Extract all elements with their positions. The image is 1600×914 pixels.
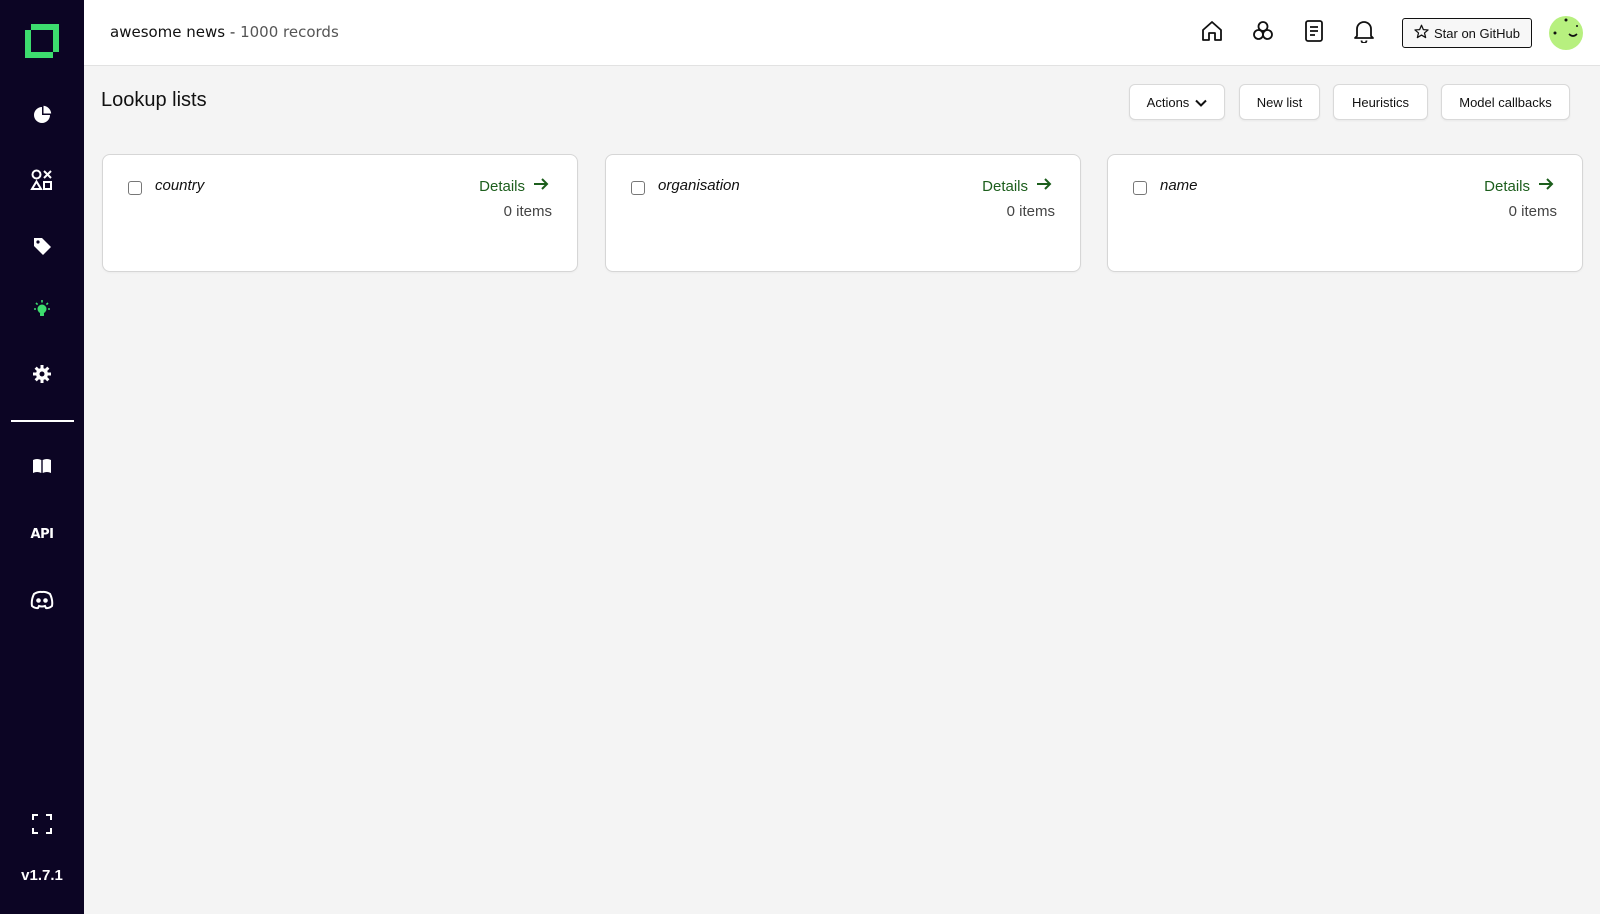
item-count: 0 items (1508, 203, 1557, 220)
notifications-button[interactable] (1351, 20, 1377, 46)
actions-dropdown[interactable]: Actions (1129, 84, 1225, 120)
heuristics-label: Heuristics (1351, 94, 1410, 110)
document-button[interactable] (1301, 20, 1327, 46)
model-callbacks-button[interactable]: Model callbacks (1441, 84, 1570, 120)
sidebar: API v1.7.1 (0, 0, 84, 914)
details-link[interactable]: Details (479, 177, 549, 195)
list-name: country (155, 177, 205, 194)
sidebar-item-heuristics[interactable] (26, 296, 58, 328)
list-name: name (1160, 177, 1198, 194)
top-header: awesome news - 1000 records Star on GitH… (84, 0, 1600, 66)
details-link[interactable]: Details (982, 177, 1052, 195)
sidebar-item-labeling[interactable] (26, 232, 58, 264)
lookup-list-card: name Details 0 items (1107, 154, 1583, 272)
discord-icon (30, 590, 54, 614)
new-list-label: New list (1256, 94, 1303, 110)
shapes-icon (30, 168, 54, 196)
heuristics-button[interactable]: Heuristics (1333, 84, 1428, 120)
lightbulb-icon (31, 299, 53, 325)
project-name: awesome news (110, 23, 226, 41)
title-separator: - (229, 23, 236, 41)
api-icon: API (30, 526, 54, 542)
fullscreen-button[interactable] (26, 810, 58, 842)
sidebar-divider (11, 420, 74, 422)
models-icon (1251, 19, 1275, 47)
arrow-right-icon (1036, 177, 1052, 195)
sidebar-item-data-browser[interactable] (26, 166, 58, 198)
lookup-list-card: organisation Details 0 items (605, 154, 1081, 272)
details-label: Details (479, 177, 525, 195)
details-label: Details (1484, 177, 1530, 195)
item-count: 0 items (503, 203, 552, 220)
sidebar-item-overview[interactable] (26, 101, 58, 133)
home-button[interactable] (1199, 20, 1225, 46)
chevron-down-icon (1195, 95, 1208, 110)
list-select-checkbox[interactable] (631, 181, 645, 195)
model-callbacks-label: Model callbacks (1459, 94, 1552, 110)
gear-icon (32, 364, 52, 388)
list-name: organisation (658, 177, 740, 194)
document-icon (1303, 19, 1325, 47)
models-button[interactable] (1250, 20, 1276, 46)
home-icon (1200, 19, 1224, 47)
star-icon (1414, 24, 1429, 42)
sidebar-item-documentation[interactable] (26, 452, 58, 484)
arrow-right-icon (533, 177, 549, 195)
sidebar-item-discord[interactable] (26, 586, 58, 618)
sidebar-item-api[interactable]: API (26, 518, 58, 550)
details-link[interactable]: Details (1484, 177, 1554, 195)
new-list-button[interactable]: New list (1239, 84, 1320, 120)
tag-icon (32, 236, 52, 260)
app-version: v1.7.1 (21, 867, 63, 884)
sidebar-item-settings[interactable] (26, 360, 58, 392)
user-avatar[interactable] (1549, 16, 1583, 50)
fullscreen-icon (32, 814, 52, 838)
list-select-checkbox[interactable] (128, 181, 142, 195)
project-title: awesome news - 1000 records (110, 23, 339, 41)
star-on-github-button[interactable]: Star on GitHub (1402, 18, 1532, 48)
github-button-label: Star on GitHub (1434, 25, 1520, 41)
arrow-right-icon (1538, 177, 1554, 195)
lookup-list-card: country Details 0 items (102, 154, 578, 272)
book-icon (32, 458, 52, 478)
details-label: Details (982, 177, 1028, 195)
bell-icon (1353, 19, 1375, 47)
pie-chart-icon (32, 105, 52, 129)
app-logo[interactable] (25, 24, 59, 58)
actions-label: Actions (1146, 94, 1190, 110)
list-select-checkbox[interactable] (1133, 181, 1147, 195)
item-count: 0 items (1006, 203, 1055, 220)
record-count: 1000 records (240, 23, 339, 41)
page-title: Lookup lists (101, 89, 207, 111)
